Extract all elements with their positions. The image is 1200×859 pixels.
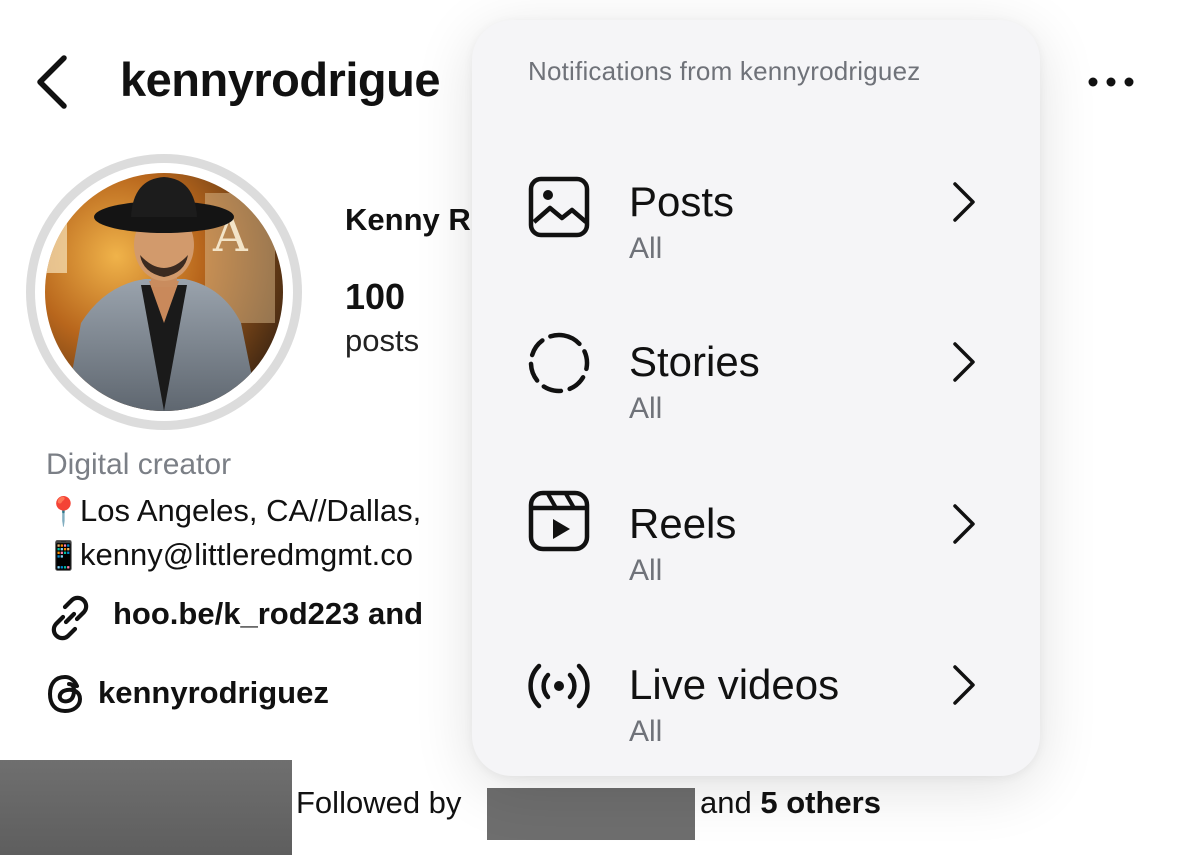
notification-label-stories: Stories [629,338,760,385]
chevron-right-icon [953,182,975,222]
followed-by-count: 5 others [760,785,881,820]
notification-label-live-videos: Live videos [629,661,840,708]
notification-row-reels[interactable]: Reels All [472,462,1040,612]
bio-location-text: Los Angeles, CA//Dallas, [80,493,422,528]
notification-row-stories[interactable]: Stories All [472,300,1040,450]
avatar[interactable]: A [26,154,302,430]
more-horizontal-icon [1088,77,1134,87]
notifications-menu-title: Notifications from kennyrodriguez [528,56,921,86]
chevron-right-icon [953,504,975,544]
notification-value-live-videos: All [629,715,663,748]
notification-row-live-videos[interactable]: Live videos All [472,623,1040,773]
notifications-menu: Notifications from kennyrodriguez Posts … [472,20,1040,776]
notification-label-posts: Posts [629,178,735,225]
posts-label: posts [345,323,420,358]
posts-count: 100 [345,276,406,317]
back-button[interactable] [28,52,76,112]
bio-email-line: 📱kenny@littleredmgmt.co [46,537,413,573]
chevron-right-icon [953,665,975,705]
live-broadcast-icon [528,663,590,709]
image-icon [528,176,590,238]
bio-email-text: kenny@littleredmgmt.co [80,537,413,572]
profile-photo: A [45,173,283,411]
chevron-right-icon [953,342,975,382]
notification-value-posts: All [629,232,663,265]
threads-handle-link[interactable]: kennyrodriguez [98,675,329,711]
more-options-button[interactable] [1080,62,1142,102]
dashed-circle-icon [528,332,590,394]
notification-row-posts[interactable]: Posts All [472,140,1040,290]
followed-by-others[interactable]: and 5 others [700,785,881,821]
chevron-left-icon [37,55,67,109]
redacted-area [0,760,292,855]
link-icon [44,592,96,644]
phone-icon: 📱 [46,540,81,571]
display-name: Kenny R [345,202,471,237]
notification-label-reels: Reels [629,500,737,547]
notification-value-reels: All [629,554,663,587]
threads-icon [44,672,88,716]
redacted-follower-names [487,788,695,840]
followed-by-and: and [700,785,752,820]
pin-icon: 📍 [46,496,81,527]
profile-username-title: kennyrodrigue [120,53,440,106]
notification-value-stories: All [629,392,663,425]
followed-by-label: Followed by [296,785,462,820]
profile-category: Digital creator [46,448,232,481]
bio-location-line: 📍Los Angeles, CA//Dallas, [46,493,421,529]
bio-link[interactable]: hoo.be/k_rod223 and [113,596,423,632]
reels-icon [528,490,590,552]
